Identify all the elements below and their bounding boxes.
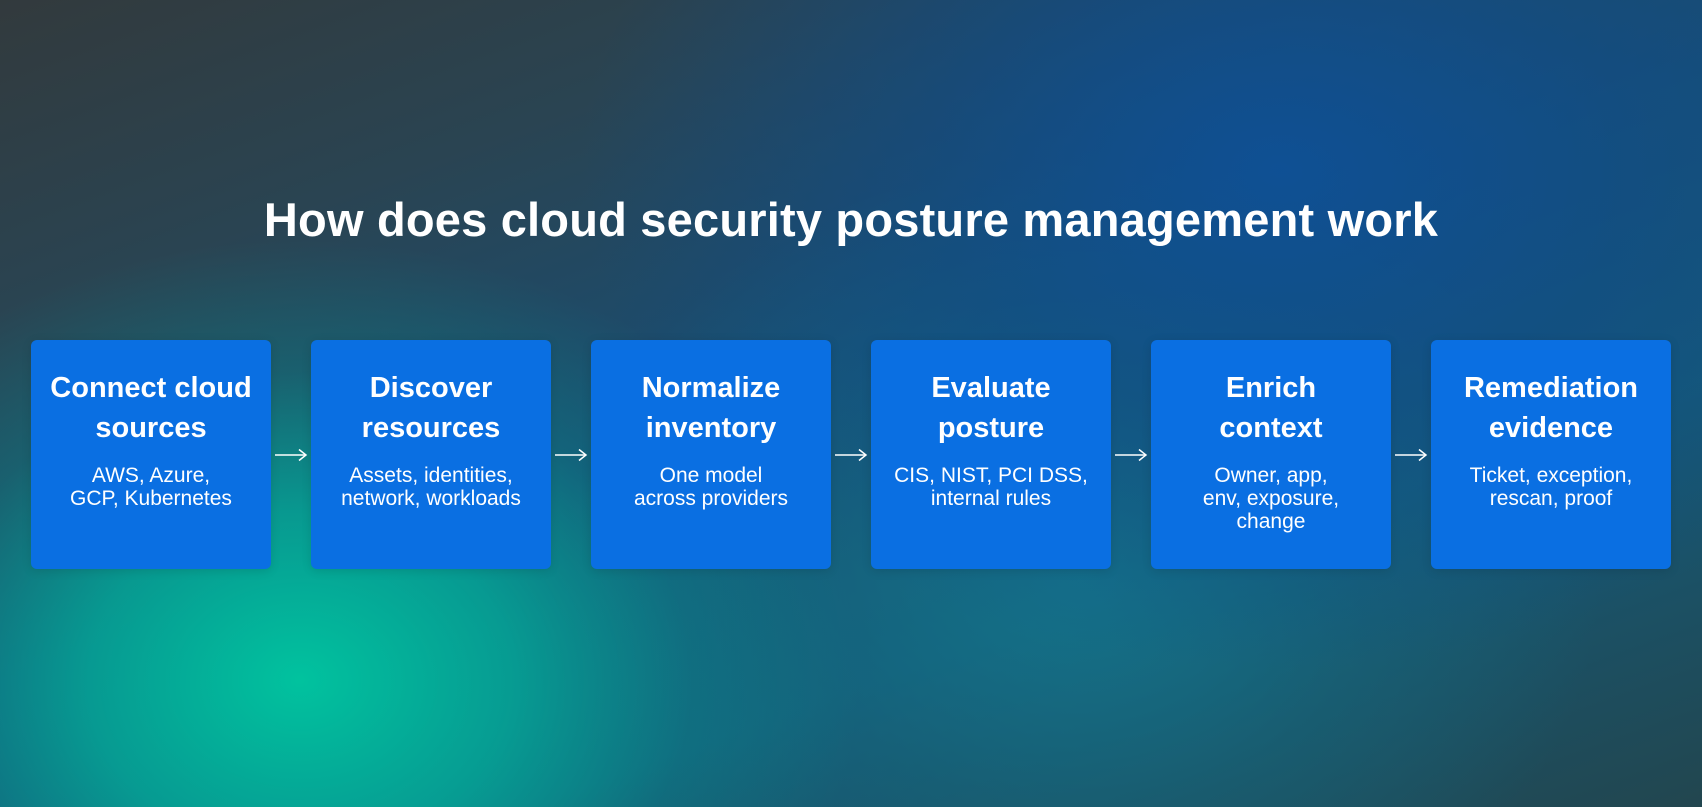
step-card-enrich-context: Enrich context Owner, app, env, exposure…	[1151, 340, 1391, 569]
arrow-right-icon	[1111, 340, 1151, 569]
step-card-evaluate-posture: Evaluate posture CIS, NIST, PCI DSS, int…	[871, 340, 1111, 569]
step-description: Ticket, exception, rescan, proof	[1469, 464, 1633, 510]
step-description: CIS, NIST, PCI DSS, internal rules	[894, 464, 1088, 510]
step-title: Discover resources	[361, 372, 501, 444]
arrow-right-icon	[1391, 340, 1431, 569]
step-description: AWS, Azure, GCP, Kubernetes	[70, 464, 232, 510]
arrow-right-icon	[831, 340, 871, 569]
step-card-discover-resources: Discover resources Assets, identities, n…	[311, 340, 551, 569]
step-card-connect-cloud-sources: Connect cloud sources AWS, Azure, GCP, K…	[31, 340, 271, 569]
step-title: Evaluate posture	[931, 372, 1051, 444]
step-title: Enrich context	[1219, 372, 1323, 444]
step-card-normalize-inventory: Normalize inventory One model across pro…	[591, 340, 831, 569]
arrow-right-icon	[271, 340, 311, 569]
step-description: One model across providers	[633, 464, 789, 510]
step-description: Assets, identities, network, workloads	[341, 464, 521, 510]
step-card-remediation-evidence: Remediation evidence Ticket, exception, …	[1431, 340, 1671, 569]
step-description: Owner, app, env, exposure, change	[1202, 464, 1340, 533]
step-title: Remediation evidence	[1463, 372, 1639, 444]
step-title: Connect cloud sources	[50, 372, 252, 444]
process-flow: Connect cloud sources AWS, Azure, GCP, K…	[31, 340, 1671, 569]
step-title: Normalize inventory	[641, 372, 781, 444]
arrow-right-icon	[551, 340, 591, 569]
diagram-title: How does cloud security posture manageme…	[263, 193, 1439, 246]
